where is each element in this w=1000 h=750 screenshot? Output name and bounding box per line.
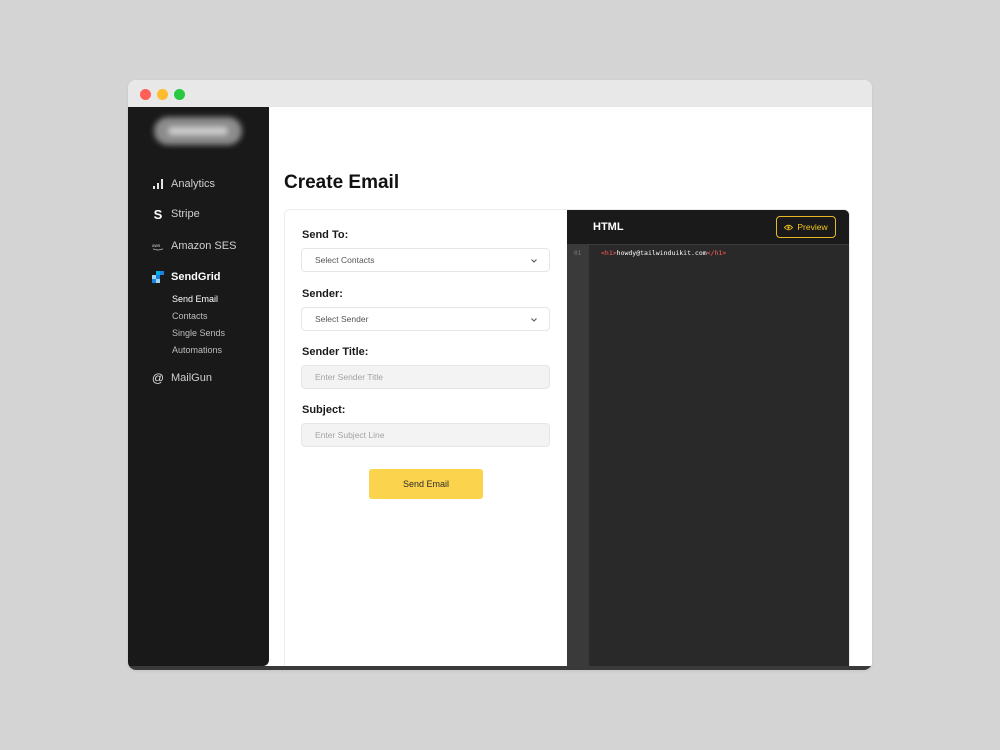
sendgrid-icon: [152, 271, 164, 283]
send-to-select[interactable]: Select Contacts: [301, 248, 550, 272]
chevron-down-icon: [531, 259, 537, 263]
subject-input[interactable]: Enter Subject Line: [301, 423, 550, 447]
send-email-button[interactable]: Send Email: [369, 469, 483, 499]
maximize-window-dot[interactable]: [174, 89, 185, 100]
sidebar-subitem-single-sends[interactable]: Single Sends: [172, 328, 225, 338]
window-titlebar: [128, 80, 872, 107]
sidebar-item-mailgun[interactable]: @ MailGun: [151, 371, 212, 385]
editor-gutter: [567, 245, 589, 669]
send-to-value: Select Contacts: [315, 255, 375, 265]
sender-label: Sender:: [302, 288, 343, 300]
sidebar-item-label: MailGun: [171, 372, 212, 384]
eye-icon: [784, 224, 794, 230]
email-composer-panel: Send To: Select Contacts Sender: Select …: [284, 209, 850, 670]
chevron-down-icon: [531, 318, 537, 322]
sender-select[interactable]: Select Sender: [301, 307, 550, 331]
main-content: Create Email Send To: Select Contacts Se…: [269, 107, 872, 670]
sidebar-subitem-send-email[interactable]: Send Email: [172, 294, 218, 304]
aws-icon: aws: [152, 240, 164, 252]
code-line: <h1>howdy@tailwinduikit.com</h1>: [601, 249, 726, 257]
sender-value: Select Sender: [315, 314, 369, 324]
preview-label: Preview: [797, 222, 828, 232]
email-form: Send To: Select Contacts Sender: Select …: [285, 210, 567, 669]
sidebar: Analytics S Stripe aws Amazon SES SendGr…: [128, 107, 269, 666]
editor-title: HTML: [593, 221, 624, 233]
editor-scrollbar[interactable]: [849, 245, 850, 535]
sidebar-item-sendgrid[interactable]: SendGrid: [152, 271, 221, 283]
sender-title-input[interactable]: Enter Sender Title: [301, 365, 550, 389]
code-close-tag: </h1>: [706, 249, 727, 257]
sidebar-item-label: SendGrid: [171, 271, 221, 283]
minimize-window-dot[interactable]: [157, 89, 168, 100]
subject-label: Subject:: [302, 404, 346, 416]
line-number: 01: [574, 250, 582, 257]
brand-logo[interactable]: [154, 117, 242, 145]
preview-button[interactable]: Preview: [776, 216, 836, 238]
page-title: Create Email: [284, 172, 400, 193]
sender-title-label: Sender Title:: [302, 346, 369, 358]
editor-header: HTML Preview: [567, 210, 849, 245]
sender-title-placeholder: Enter Sender Title: [315, 372, 384, 382]
sidebar-subitem-contacts[interactable]: Contacts: [172, 311, 208, 321]
subject-placeholder: Enter Subject Line: [315, 430, 385, 440]
code-open-tag: <h1>: [601, 249, 617, 257]
svg-text:aws: aws: [152, 242, 161, 247]
html-code-editor[interactable]: HTML Preview 01 <h1>howdy@tailwinduikit.…: [567, 210, 850, 669]
at-sign-icon: @: [151, 371, 165, 385]
sidebar-item-amazon-ses[interactable]: aws Amazon SES: [152, 240, 236, 252]
close-window-dot[interactable]: [140, 89, 151, 100]
sidebar-item-label: Analytics: [171, 178, 216, 190]
sidebar-item-analytics[interactable]: Analytics: [152, 178, 215, 190]
sidebar-item-label: Stripe: [171, 208, 200, 220]
send-to-label: Send To:: [302, 229, 349, 241]
stripe-icon: S: [153, 206, 163, 222]
sidebar-item-stripe[interactable]: S Stripe: [152, 206, 200, 222]
bar-chart-icon: [152, 178, 164, 190]
browser-window: Analytics S Stripe aws Amazon SES SendGr…: [128, 80, 872, 670]
sidebar-item-label: Amazon SES: [171, 240, 237, 252]
window-bottom-bar: [128, 666, 872, 670]
sidebar-subitem-automations[interactable]: Automations: [172, 345, 222, 355]
code-text: howdy@tailwinduikit.com: [616, 249, 707, 257]
